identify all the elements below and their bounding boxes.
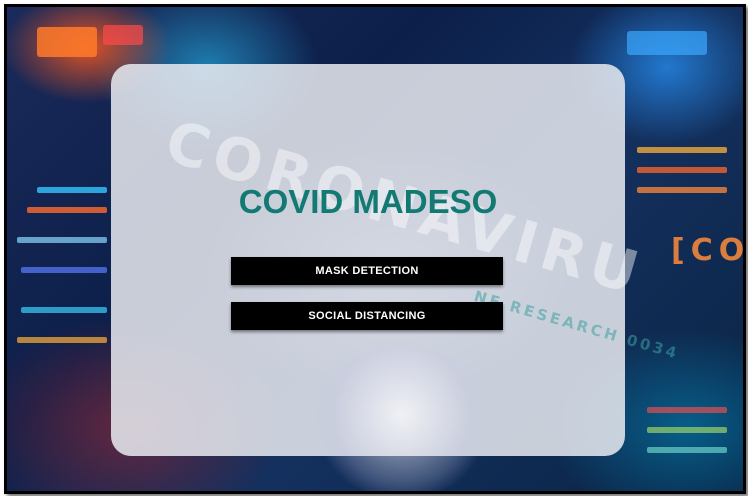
- background-bar: [21, 307, 107, 313]
- background-word-partial: [CO: [671, 233, 746, 268]
- background-bar: [17, 337, 107, 343]
- app-title: COVID MADESO: [238, 183, 498, 220]
- background-bar: [647, 427, 727, 433]
- background-glow: [627, 31, 707, 55]
- social-distancing-button[interactable]: SOCIAL DISTANCING: [231, 302, 503, 330]
- background-bar: [637, 147, 727, 153]
- virus-illustration: [307, 347, 497, 491]
- app-window: [CO CORONAVIRU NE RESEARCH 0034 COVID MA…: [4, 4, 746, 494]
- background-bar: [647, 407, 727, 413]
- background-bar: [647, 447, 727, 453]
- background-bar: [21, 267, 107, 273]
- background-bar: [637, 167, 727, 173]
- background-glow: [37, 27, 97, 57]
- background-glow: [103, 25, 143, 45]
- background-bar: [17, 237, 107, 243]
- mask-detection-button[interactable]: MASK DETECTION: [231, 257, 503, 285]
